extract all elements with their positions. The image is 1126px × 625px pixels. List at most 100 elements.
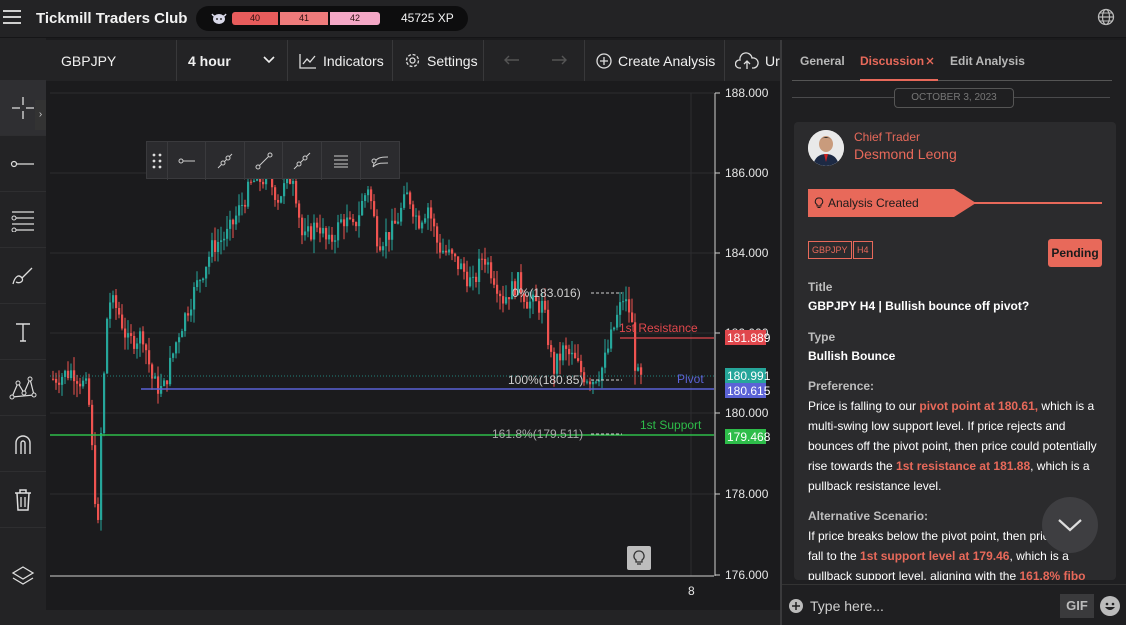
candle-body: [493, 278, 496, 285]
candle-body: [106, 318, 109, 374]
magnet-tool[interactable]: [0, 416, 46, 472]
gif-button[interactable]: GIF: [1060, 594, 1094, 618]
candle-body: [340, 219, 343, 223]
candle-body: [568, 348, 571, 355]
pattern-tool[interactable]: [0, 360, 46, 416]
trend-line-tool[interactable]: [245, 142, 284, 180]
tab-discussion[interactable]: Discussion: [860, 54, 924, 68]
candle-body: [367, 189, 370, 196]
pivot-price: 180.615: [727, 384, 771, 398]
candle-body: [148, 350, 151, 365]
ray-icon: [217, 153, 233, 169]
candle-body: [178, 337, 181, 343]
candle-body: [232, 219, 235, 225]
candle-body: [553, 351, 556, 374]
chart-toolbar: GBPJPY 4 hour Indicators Settings Create…: [46, 40, 780, 81]
candle-body: [397, 221, 400, 224]
tool-expand-arrow[interactable]: ›: [35, 100, 46, 130]
candle-body: [610, 329, 613, 349]
preference-text: Price is falling to our pivot point at 1…: [808, 399, 1097, 493]
title-label: Title: [808, 280, 833, 294]
avatar: [808, 130, 844, 166]
timeframe-dropdown[interactable]: 4 hour: [177, 40, 288, 81]
settings-button[interactable]: Settings: [393, 40, 484, 81]
cloud-upload-icon: [735, 51, 759, 69]
candle-body: [541, 300, 544, 313]
globe-icon[interactable]: [1097, 8, 1115, 26]
scroll-down-button[interactable]: [1042, 497, 1098, 553]
bull-icon: [211, 13, 227, 24]
floating-drawing-toolbar: [146, 141, 400, 180]
candle-body: [70, 370, 73, 379]
candle-body: [223, 238, 226, 241]
candle-body: [424, 218, 427, 223]
tab-general[interactable]: General: [800, 54, 845, 68]
horizontal-ray-tool[interactable]: [168, 142, 207, 180]
candle-body: [76, 381, 79, 384]
candle-body: [376, 216, 379, 247]
tab-edit-analysis[interactable]: Edit Analysis: [950, 54, 1025, 68]
xp-total: 45725 XP: [401, 11, 454, 25]
undo-icon[interactable]: [504, 54, 520, 66]
candle-body: [466, 271, 469, 287]
candle-body: [61, 376, 64, 385]
horizontal-line-tool[interactable]: [0, 136, 46, 192]
candle-body: [640, 367, 643, 375]
upload-button[interactable]: Ur: [725, 40, 780, 81]
alternative-label: Alternative Scenario:: [808, 509, 929, 523]
candle-body: [364, 195, 367, 201]
candle-body: [484, 258, 487, 265]
emoji-icon[interactable]: [1100, 596, 1120, 616]
price-tick: 178.000: [725, 487, 769, 501]
ray-tool[interactable]: [206, 142, 245, 180]
candle-body: [115, 295, 118, 309]
drawing-tools-sidebar: ›: [0, 38, 46, 625]
curve-tool[interactable]: [361, 142, 400, 180]
candle-body: [307, 226, 310, 232]
candle-body: [145, 344, 148, 351]
message-input[interactable]: Type here...: [810, 598, 884, 614]
candle-body: [577, 358, 580, 361]
candle-body: [481, 258, 484, 260]
xp-level-segment: 41: [280, 12, 328, 25]
candle-body: [274, 187, 277, 200]
candle-body: [202, 278, 205, 281]
add-attachment-icon[interactable]: [788, 598, 804, 614]
candle-body: [496, 284, 499, 294]
brush-tool[interactable]: [0, 248, 46, 304]
author-role: Chief Trader: [854, 130, 921, 144]
candle-body: [373, 201, 376, 217]
delete-tool[interactable]: [0, 472, 46, 528]
curve-icon: [371, 156, 388, 168]
candle-body: [442, 250, 445, 253]
candle-body: [337, 222, 340, 241]
candle-body: [574, 352, 577, 359]
idea-button[interactable]: [627, 546, 651, 570]
candle-body: [199, 280, 202, 282]
indicators-button[interactable]: Indicators: [288, 40, 393, 81]
close-icon[interactable]: [926, 57, 934, 65]
candle-body: [613, 327, 616, 330]
fib-tool[interactable]: [0, 192, 46, 248]
redo-icon[interactable]: [551, 54, 567, 66]
create-analysis-button[interactable]: Create Analysis: [585, 40, 725, 81]
layers-tool[interactable]: [0, 548, 46, 604]
symbol-selector[interactable]: GBPJPY: [46, 40, 177, 81]
parallel-lines-tool[interactable]: [322, 142, 361, 180]
extended-line-tool[interactable]: [283, 142, 322, 180]
candle-body: [280, 196, 283, 203]
candle-body: [379, 246, 382, 251]
candle-body: [163, 380, 166, 387]
candle-body: [229, 219, 232, 229]
candle-body: [220, 240, 223, 242]
candle-body: [97, 503, 100, 520]
candle-body: [409, 192, 412, 205]
candle-body: [292, 181, 295, 184]
drag-handle[interactable]: [147, 142, 168, 180]
time-axis-strip: [46, 610, 780, 625]
candle-body: [151, 364, 154, 379]
candle-body: [439, 242, 442, 253]
menu-icon[interactable]: [3, 10, 21, 26]
text-tool[interactable]: [0, 304, 46, 360]
candle-body: [205, 266, 208, 279]
